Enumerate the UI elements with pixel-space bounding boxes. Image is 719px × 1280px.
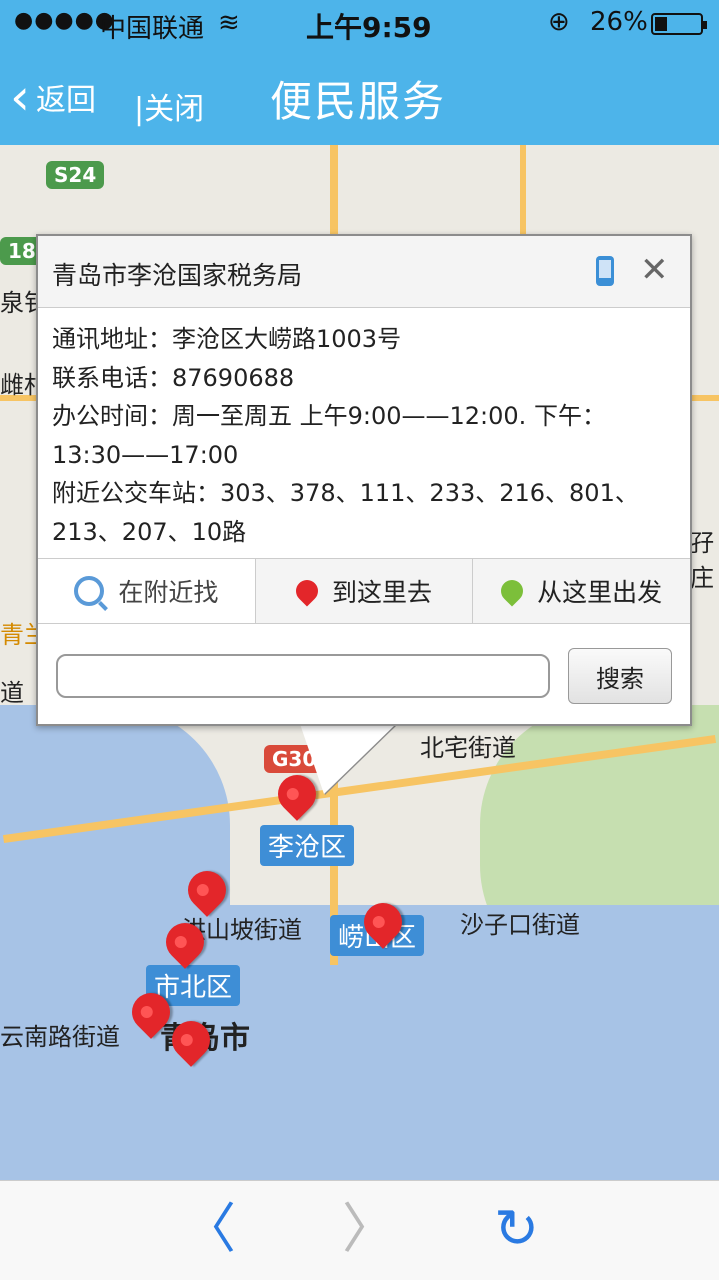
info-popup: 青岛市李沧国家税务局 ✕ 通讯地址：李沧区大崂路1003号 联系电话：87690… (36, 234, 692, 726)
carrier-label: 中国联通 (100, 14, 205, 44)
close-button[interactable]: |关闭 (134, 84, 204, 128)
bus-text: 213、207、10路 (52, 517, 247, 546)
popup-tabs: 在附近找 到这里去 从这里出发 (38, 558, 690, 624)
district-label: 李沧区 (260, 825, 355, 866)
location-pin-icon (291, 575, 323, 607)
tab-start-here[interactable]: 从这里出发 (473, 559, 690, 623)
bottom-toolbar: 〈 〉 ↻ (0, 1180, 719, 1280)
top-bar: ●●●●● 中国联通 ≋ 上午9:59 ⊕ 26% ‹ 返回 |关闭 便民服务 (0, 0, 719, 145)
nav-bar: ‹ 返回 |关闭 便民服务 (0, 50, 719, 145)
phone-text: 联系电话：87690688 (52, 363, 295, 392)
page-title: 便民服务 (270, 77, 447, 126)
hours-text: 13:30——17:00 (52, 440, 239, 469)
tab-label: 到这里去 (332, 578, 433, 607)
search-button[interactable]: 搜索 (568, 648, 672, 704)
map-label: 沙子口街道 (460, 911, 580, 939)
popup-pointer (300, 724, 396, 794)
status-bar: ●●●●● 中国联通 ≋ 上午9:59 ⊕ 26% (0, 0, 719, 50)
road-shield: S24 (46, 161, 105, 189)
back-label: 返回 (36, 83, 96, 118)
hours-text: 办公时间：周一至周五 上午9:00——12:00. 下午： (52, 402, 606, 431)
back-button[interactable]: ‹ 返回 (10, 72, 96, 122)
map-label: 孖庄 (690, 529, 714, 592)
clock: 上午9:59 (306, 11, 432, 44)
mobile-icon[interactable] (596, 256, 614, 286)
search-input[interactable] (56, 654, 550, 698)
tab-label: 在附近找 (118, 578, 219, 607)
battery-percent: 26% (590, 7, 648, 37)
wifi-icon: ≋ (218, 8, 240, 38)
forward-arrow-icon[interactable]: 〉 (342, 1199, 396, 1259)
popup-header: 青岛市李沧国家税务局 ✕ (38, 236, 690, 308)
reload-icon[interactable]: ↻ (494, 1199, 539, 1259)
search-icon (74, 576, 105, 606)
map-label: 云南路街道 (0, 1023, 120, 1051)
tab-nearby[interactable]: 在附近找 (38, 559, 256, 623)
chevron-left-icon: ‹ (10, 68, 30, 126)
search-row: 搜索 (56, 648, 676, 704)
popup-title: 青岛市李沧国家税务局 (52, 261, 303, 290)
tab-label: 从这里出发 (537, 578, 663, 607)
address-text: 通讯地址：李沧区大崂路1003号 (52, 325, 402, 353)
location-pin-icon (496, 575, 528, 607)
rotation-lock-icon: ⊕ (548, 7, 570, 37)
popup-info: 通讯地址：李沧区大崂路1003号 联系电话：87690688 办公时间：周一至周… (52, 320, 682, 552)
bus-text: 附近公交车站：303、378、111、233、216、801、 (52, 479, 639, 508)
close-icon[interactable]: ✕ (640, 250, 669, 290)
back-arrow-icon[interactable]: 〈 (182, 1199, 236, 1259)
battery-icon (651, 13, 707, 35)
tab-go-here[interactable]: 到这里去 (256, 559, 474, 623)
map-label: 北宅街道 (420, 734, 516, 762)
map-label: 道 (0, 679, 24, 707)
